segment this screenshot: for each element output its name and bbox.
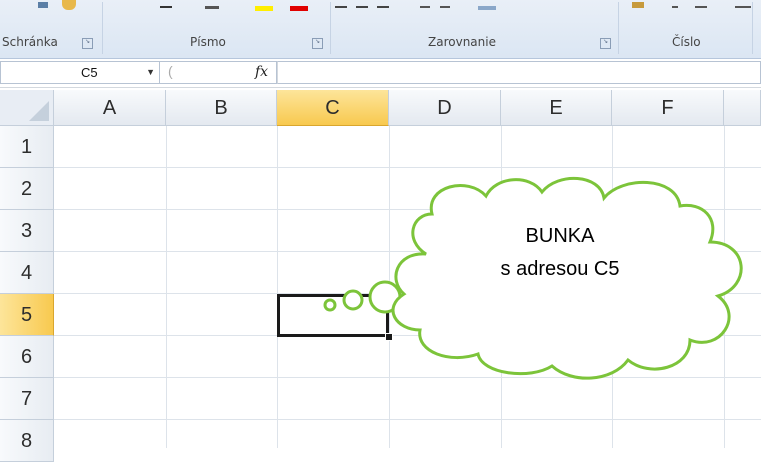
worksheet-grid[interactable]: A B C D E F 1 2 3 4 5 6 7 8 BUNKA s adre…: [0, 90, 761, 462]
formula-controls: ( fx: [160, 61, 277, 84]
indent-increase-icon[interactable]: [440, 6, 450, 8]
merge-center-icon[interactable]: [478, 6, 496, 10]
group-separator: [102, 2, 103, 54]
cancel-icon[interactable]: (: [168, 63, 173, 79]
group-label-font: Písmo: [190, 35, 226, 49]
clipboard-dialog-launcher-icon[interactable]: ↘: [82, 38, 93, 49]
accounting-format-icon[interactable]: [632, 2, 644, 8]
font-color-icon[interactable]: [290, 6, 308, 11]
bubble-dot-small: [323, 298, 337, 312]
comma-style-icon[interactable]: [695, 6, 707, 8]
formula-input[interactable]: [277, 61, 761, 84]
name-box-value: C5: [81, 65, 98, 80]
formula-bar: C5 ▼ ( fx: [0, 59, 761, 88]
indent-decrease-icon[interactable]: [420, 6, 430, 8]
borders-icon[interactable]: [205, 6, 219, 9]
callout-line-2: s adresou C5: [500, 258, 620, 280]
insert-function-icon[interactable]: fx: [255, 64, 268, 80]
font-dialog-launcher-icon[interactable]: ↘: [312, 38, 323, 49]
group-separator: [330, 2, 331, 54]
group-label-clipboard: Schránka: [2, 35, 58, 49]
name-box[interactable]: C5 ▼: [0, 61, 160, 84]
align-left-icon[interactable]: [335, 6, 347, 8]
align-center-icon[interactable]: [356, 6, 368, 8]
font-bold-icon[interactable]: [160, 6, 172, 8]
highlight-color-icon[interactable]: [255, 6, 273, 11]
chevron-down-icon[interactable]: ▼: [146, 67, 155, 77]
group-separator: [752, 2, 753, 54]
increase-decimal-icon[interactable]: [735, 6, 751, 8]
align-right-icon[interactable]: [377, 6, 389, 8]
ribbon: Schránka ↘ Písmo ↘ Zarovnanie ↘ Číslo: [0, 0, 761, 59]
bubble-dot-medium: [342, 289, 364, 311]
callout-text: BUNKA s adresou C5: [460, 220, 660, 286]
paste-icon[interactable]: [38, 2, 48, 8]
format-painter-icon[interactable]: [62, 0, 76, 10]
alignment-dialog-launcher-icon[interactable]: ↘: [600, 38, 611, 49]
callout-line-1: BUNKA: [525, 225, 595, 247]
group-label-number: Číslo: [672, 35, 701, 49]
group-separator: [618, 2, 619, 54]
percent-icon[interactable]: [672, 6, 678, 8]
group-label-alignment: Zarovnanie: [428, 35, 496, 49]
